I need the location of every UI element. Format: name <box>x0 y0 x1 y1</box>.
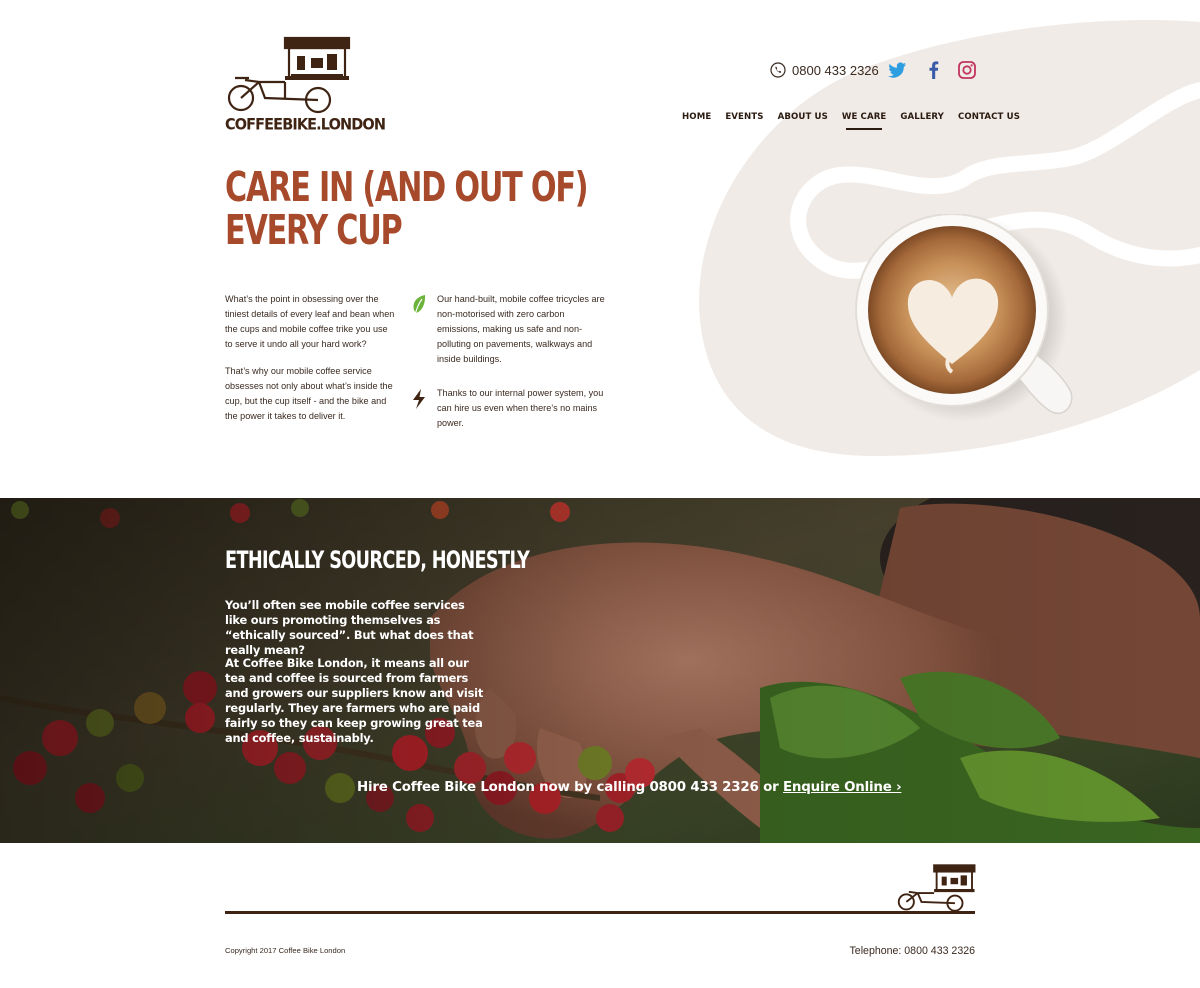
feature-text: Our hand-built, mobile coffee tricycles … <box>437 294 605 364</box>
hero-section: COFFEEBIKE.LONDON 0800 433 2326 HOME EVE… <box>0 0 1200 498</box>
nav-home[interactable]: HOME <box>682 112 711 122</box>
nav-contact-us[interactable]: CONTACT US <box>958 112 1020 122</box>
instagram-icon[interactable] <box>957 60 977 80</box>
coffee-bike-logo-icon <box>227 36 351 114</box>
intro-text: What’s the point in obsessing over the t… <box>225 292 395 436</box>
nav-we-care[interactable]: WE CARE <box>842 112 887 130</box>
ethics-paragraph: At Coffee Bike London, it means all our … <box>225 656 484 745</box>
phone-number: 0800 433 2326 <box>792 62 879 78</box>
twitter-icon[interactable] <box>887 60 907 80</box>
feature-text: Thanks to our internal power system, you… <box>437 388 604 428</box>
leaf-icon <box>413 295 426 316</box>
footer-bike-logo-icon[interactable] <box>896 864 976 912</box>
nav-about-us[interactable]: ABOUT US <box>778 112 828 122</box>
copyright: Copyright 2017 Coffee Bike London <box>225 946 346 955</box>
intro-paragraph: That’s why our mobile coffee service obs… <box>225 366 393 421</box>
header-phone[interactable]: 0800 433 2326 <box>770 60 879 80</box>
nav-gallery[interactable]: GALLERY <box>900 112 944 122</box>
logo[interactable]: COFFEEBIKE.LONDON <box>225 36 386 136</box>
page-title-line-1: CARE IN (AND OUT OF) <box>225 163 589 211</box>
logo-wordmark: COFFEEBIKE.LONDON <box>225 116 386 134</box>
footer-divider <box>225 911 975 914</box>
hire-cta: Hire Coffee Bike London now by calling 0… <box>357 780 902 795</box>
footer-telephone[interactable]: Telephone: 0800 433 2326 <box>850 945 975 957</box>
ethics-paragraph: You’ll often see mobile coffee services … <box>225 598 474 657</box>
page-title: CARE IN (AND OUT OF) EVERY CUP <box>225 163 589 254</box>
coffee-cup-image <box>855 214 1073 422</box>
nav-events[interactable]: EVENTS <box>725 112 763 122</box>
lightning-icon <box>413 389 425 409</box>
enquire-online-link[interactable]: Enquire Online › <box>783 780 902 795</box>
main-nav: HOME EVENTS ABOUT US WE CARE GALLERY CON… <box>682 112 1020 130</box>
ethics-title: ETHICALLY SOURCED, HONESTLY <box>225 546 530 574</box>
hire-cta-text: Hire Coffee Bike London now by calling 0… <box>357 780 783 795</box>
facebook-icon[interactable] <box>924 60 944 80</box>
intro-paragraph: What’s the point in obsessing over the t… <box>225 294 395 349</box>
page-title-line-2: EVERY CUP <box>225 206 403 254</box>
phone-icon <box>770 62 786 78</box>
